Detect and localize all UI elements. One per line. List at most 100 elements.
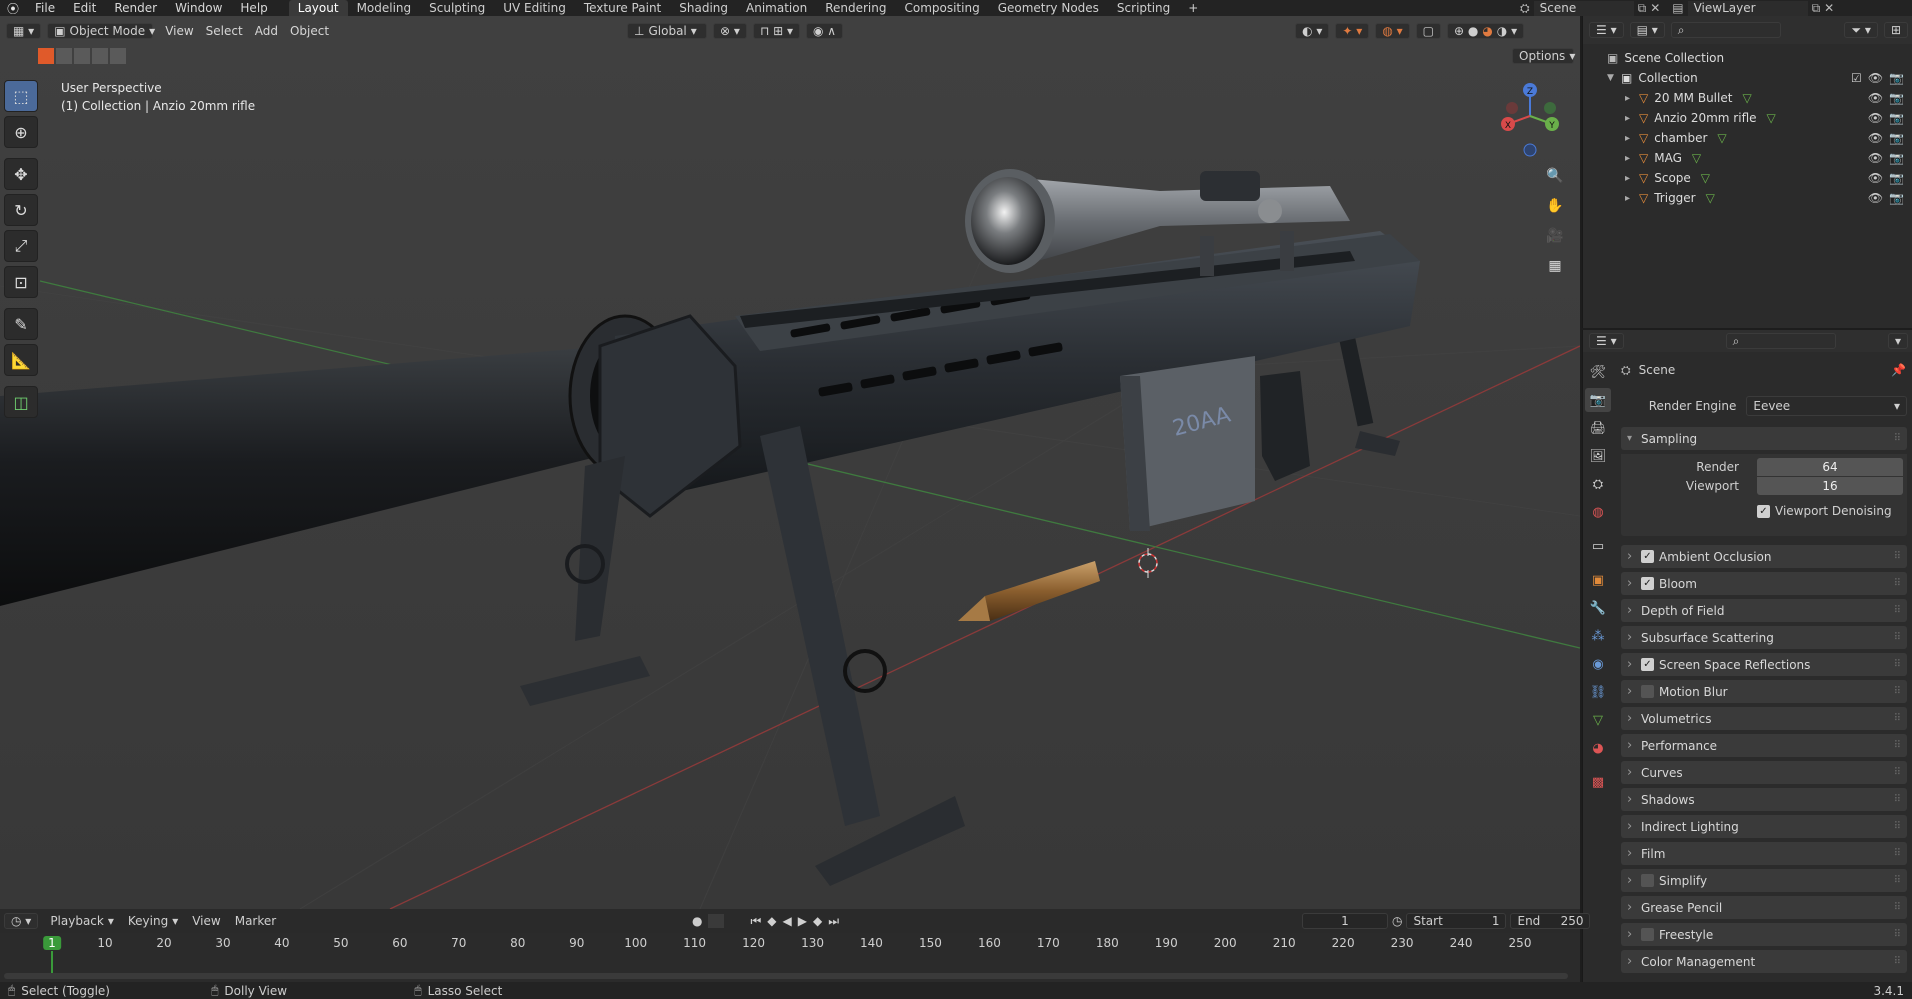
rotate-tool-icon[interactable]: ↻	[4, 194, 38, 226]
panel-shadows[interactable]: › Shadows ⠿	[1621, 788, 1907, 811]
new-collection-icon[interactable]: ⊞	[1883, 22, 1908, 38]
exclude-checkbox-icon[interactable]: ☑	[1851, 71, 1862, 85]
outliner-object-row[interactable]: ▸ ▽ Trigger ▽ 👁 📷	[1583, 188, 1912, 208]
drag-grip-icon[interactable]: ⠿	[1894, 875, 1901, 886]
drag-grip-icon[interactable]: ⠿	[1894, 821, 1901, 832]
render-samples-field[interactable]: 64	[1757, 458, 1903, 476]
render-engine-dropdown[interactable]: Eevee ▾	[1746, 396, 1907, 416]
properties-search-input[interactable]: ⌕	[1725, 333, 1836, 349]
menu-help[interactable]: Help	[231, 1, 276, 15]
scene-tab-icon[interactable]: ⛭	[1585, 472, 1611, 496]
tab-sculpting[interactable]: Sculpting	[420, 0, 494, 16]
snap-toggle[interactable]: ⊓ ⊞ ▾	[752, 23, 801, 39]
3d-viewport[interactable]: 20AA	[0, 16, 1580, 909]
object-mode-dropdown[interactable]: ▣ Object Mode ▾	[47, 23, 155, 39]
drag-grip-icon[interactable]: ⠿	[1894, 740, 1901, 751]
scene-selector[interactable]: Scene	[1533, 0, 1634, 16]
scale-tool-icon[interactable]: ⤢	[4, 230, 38, 262]
properties-editor-type-button[interactable]: ☰ ▾	[1589, 333, 1624, 349]
menu-edit[interactable]: Edit	[64, 1, 105, 15]
expand-arrow-icon[interactable]: ▸	[1625, 193, 1639, 204]
scene-collection-row[interactable]: ▣ Scene Collection	[1583, 48, 1912, 68]
panel-curves[interactable]: › Curves ⠿	[1621, 761, 1907, 784]
outliner-object-row[interactable]: ▸ ▽ 20 MM Bullet ▽ 👁 📷	[1583, 88, 1912, 108]
checkbox-checked-icon[interactable]: ✓	[1641, 658, 1654, 671]
render-tab-icon[interactable]: 📷	[1585, 388, 1611, 412]
viewlayer-selector[interactable]: ViewLayer	[1687, 0, 1808, 16]
physics-tab-icon[interactable]: ◉	[1585, 652, 1611, 676]
pivot-point-dropdown[interactable]: ⊗ ▾	[713, 23, 747, 39]
xray-toggle[interactable]: ▢	[1415, 23, 1441, 39]
current-frame-indicator[interactable]: 1	[43, 936, 61, 950]
checkbox-unchecked-icon[interactable]	[1641, 874, 1654, 887]
measure-tool-icon[interactable]: 📐	[4, 344, 38, 376]
collection-row[interactable]: ▼ ▣ Collection ☑ 👁 📷	[1583, 68, 1912, 88]
checkbox-checked-icon[interactable]: ✓	[1641, 577, 1654, 590]
panel-freestyle[interactable]: › Freestyle ⠿	[1621, 923, 1907, 946]
visibility-eye-icon[interactable]: 👁	[1868, 191, 1883, 205]
checkbox-unchecked-icon[interactable]	[1641, 928, 1654, 941]
collection-tab-icon[interactable]: ▭	[1585, 534, 1611, 558]
panel-performance[interactable]: › Performance ⠿	[1621, 734, 1907, 757]
viewport-menu-object[interactable]: Object	[284, 24, 335, 38]
editor-type-button[interactable]: ▦ ▾	[6, 23, 42, 39]
timeline-menu-keying[interactable]: Keying ▾	[122, 913, 184, 929]
outliner-object-row[interactable]: ▸ ▽ Anzio 20mm rifle ▽ 👁 📷	[1583, 108, 1912, 128]
viewport-menu-view[interactable]: View	[159, 24, 199, 38]
transform-orientation-dropdown[interactable]: ⊥ Global ▾	[627, 23, 708, 39]
gizmo-toggle[interactable]: ✦ ▾	[1335, 23, 1370, 39]
overlays-toggle[interactable]: ◍ ▾	[1375, 23, 1410, 39]
select-intersect-icon[interactable]	[110, 48, 126, 64]
playhead-line[interactable]	[51, 951, 53, 973]
constraints-tab-icon[interactable]: ⛓	[1585, 680, 1611, 704]
panel-bloom[interactable]: › ✓ Bloom ⠿	[1621, 572, 1907, 595]
drag-grip-icon[interactable]: ⠿	[1894, 686, 1901, 697]
render-camera-icon[interactable]: 📷	[1889, 151, 1904, 165]
visibility-eye-icon[interactable]: 👁	[1868, 91, 1883, 105]
select-subtract-icon[interactable]	[74, 48, 90, 64]
visibility-eye-icon[interactable]: 👁	[1868, 171, 1883, 185]
panel-subsurface-scattering[interactable]: › Subsurface Scattering ⠿	[1621, 626, 1907, 649]
expand-arrow-icon[interactable]: ▼	[1607, 73, 1621, 83]
world-tab-icon[interactable]: ◍	[1585, 500, 1611, 524]
visibility-dropdown[interactable]: ◐ ▾	[1295, 23, 1330, 39]
modifier-tab-icon[interactable]: 🔧	[1585, 596, 1611, 620]
preview-range-icon[interactable]: ◷	[1392, 914, 1402, 928]
menu-file[interactable]: File	[26, 1, 64, 15]
select-extend-icon[interactable]	[56, 48, 72, 64]
timeline-menu-view[interactable]: View	[186, 913, 226, 929]
timeline-menu-marker[interactable]: Marker	[229, 913, 282, 929]
outliner-editor-type-button[interactable]: ☰ ▾	[1589, 22, 1624, 38]
panel-simplify[interactable]: › Simplify ⠿	[1621, 869, 1907, 892]
transform-tool-icon[interactable]: ⊡	[4, 266, 38, 298]
outliner-search-input[interactable]: ⌕	[1670, 22, 1781, 38]
tab-uv-editing[interactable]: UV Editing	[494, 0, 575, 16]
select-box-tool-icon[interactable]: ⬚	[4, 80, 38, 112]
drag-grip-icon[interactable]: ⠿	[1894, 956, 1901, 967]
remove-viewlayer-icon[interactable]: ✕	[1824, 1, 1834, 15]
panel-grease-pencil[interactable]: › Grease Pencil ⠿	[1621, 896, 1907, 919]
prev-keyframe-icon[interactable]: ◆	[767, 914, 776, 928]
data-tab-icon[interactable]: ▽	[1585, 708, 1611, 732]
move-tool-icon[interactable]: ✥	[4, 158, 38, 190]
render-camera-icon[interactable]: 📷	[1889, 71, 1904, 85]
add-cube-tool-icon[interactable]: ◫	[4, 386, 38, 418]
add-workspace-button[interactable]: +	[1179, 0, 1207, 16]
tab-modeling[interactable]: Modeling	[348, 0, 421, 16]
material-tab-icon[interactable]: ◕	[1585, 736, 1611, 760]
drag-grip-icon[interactable]: ⠿	[1894, 902, 1901, 913]
record-keyframe-icon[interactable]: ●	[692, 914, 702, 928]
texture-tab-icon[interactable]: ▩	[1585, 770, 1611, 794]
sampling-panel-header[interactable]: ▾ Sampling ⠿	[1621, 427, 1907, 450]
panel-volumetrics[interactable]: › Volumetrics ⠿	[1621, 707, 1907, 730]
menu-render[interactable]: Render	[105, 1, 166, 15]
expand-arrow-icon[interactable]: ▸	[1625, 133, 1639, 144]
panel-ambient-occlusion[interactable]: › ✓ Ambient Occlusion ⠿	[1621, 545, 1907, 568]
visibility-eye-icon[interactable]: 👁	[1868, 131, 1883, 145]
drag-grip-icon[interactable]: ⠿	[1894, 929, 1901, 940]
end-frame-field[interactable]: End 250	[1510, 913, 1591, 929]
drag-grip-icon[interactable]: ⠿	[1894, 794, 1901, 805]
current-frame-field[interactable]: 1	[1302, 913, 1388, 929]
filter-icon[interactable]: ⏷ ▾	[1844, 22, 1878, 38]
proportional-edit-toggle[interactable]: ◉ ∧	[806, 23, 844, 39]
